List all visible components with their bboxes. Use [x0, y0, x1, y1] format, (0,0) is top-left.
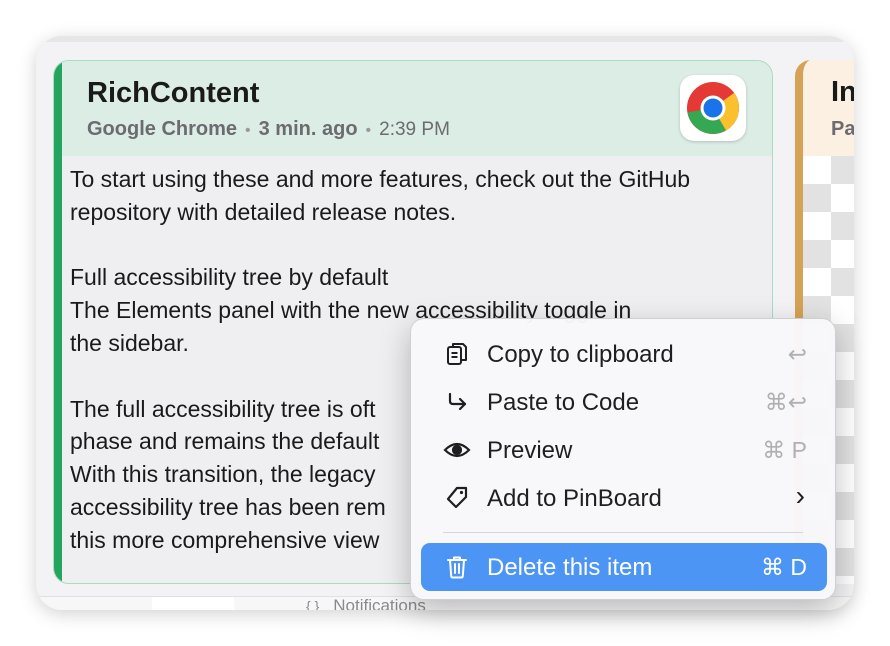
meta-separator: • — [245, 122, 251, 139]
trash-icon — [443, 553, 471, 581]
toolbar-segment — [152, 597, 234, 610]
menu-item-label: Copy to clipboard — [487, 341, 674, 368]
eye-icon — [443, 436, 471, 464]
menu-separator — [443, 532, 803, 533]
menu-item-preview[interactable]: Preview ⌘ P — [421, 426, 827, 474]
menu-item-shortcut: ⌘↩ — [764, 389, 807, 415]
menu-item-delete-this-item[interactable]: Delete this item ⌘ D — [421, 543, 827, 591]
menu-item-shortcut: ⌘ D — [761, 554, 807, 580]
menu-item-label: Add to PinBoard — [487, 485, 662, 512]
menu-item-label: Paste to Code — [487, 389, 640, 416]
tag-icon — [443, 484, 471, 512]
card2-title: In — [831, 76, 854, 108]
menu-item-shortcut: ↩ — [787, 341, 807, 367]
menu-item-shortcut: ⌘ P — [762, 437, 807, 463]
braces-icon: { } — [306, 598, 320, 610]
menu-item-label: Preview — [487, 437, 573, 464]
card2-subtitle: Pa — [831, 118, 854, 140]
menu-item-paste-to-code[interactable]: Paste to Code ⌘↩ — [421, 378, 827, 426]
card-meta: Google Chrome • 3 min. ago • 2:39 PM — [87, 118, 450, 141]
timestamp: 2:39 PM — [379, 119, 450, 140]
source-app-name: Google Chrome — [87, 118, 238, 140]
context-menu: Copy to clipboard ↩ Paste to Code ⌘↩ Pre… — [410, 318, 836, 600]
clipboard-icon — [443, 340, 471, 368]
relative-time: 3 min. ago — [258, 118, 358, 140]
notifications-item[interactable]: { } Notifications — [306, 596, 426, 610]
notifications-label: Notifications — [333, 596, 426, 610]
top-strip — [36, 36, 854, 42]
meta-separator: • — [365, 122, 372, 139]
card-accent-bar — [54, 61, 62, 583]
chevron-right-icon: › — [795, 480, 805, 511]
menu-item-copy-to-clipboard[interactable]: Copy to clipboard ↩ — [421, 330, 827, 378]
card-title: RichContent — [87, 77, 260, 109]
menu-item-label: Delete this item — [487, 554, 653, 581]
menu-item-add-to-pinboard[interactable]: Add to PinBoard › — [421, 474, 827, 522]
chrome-icon — [680, 75, 746, 141]
paste-arrow-icon — [443, 388, 471, 416]
